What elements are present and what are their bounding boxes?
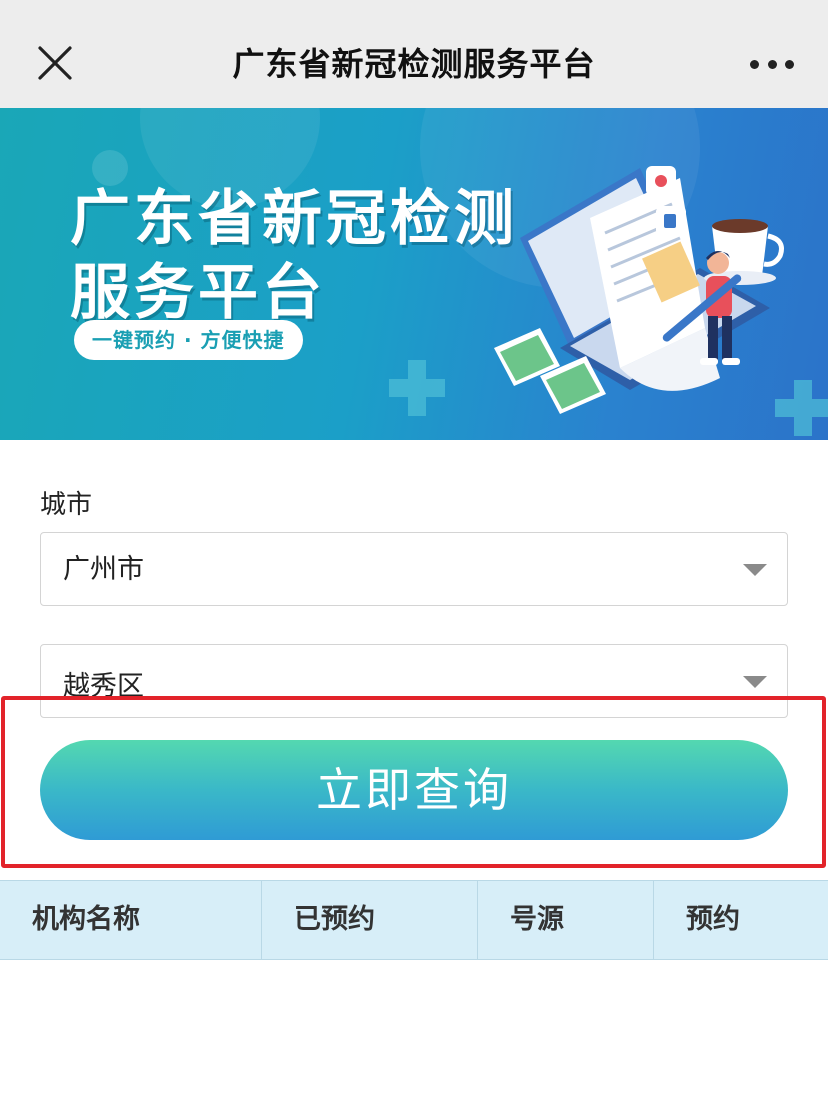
- city-label: 城市: [40, 490, 93, 520]
- chevron-down-icon: [743, 676, 767, 688]
- top-navigation-bar: 广东省新冠检测服务平台: [0, 0, 828, 108]
- banner: 广东省新冠检测 服务平台 一键预约 · 方便快捷: [0, 108, 828, 440]
- column-header-institution: 机构名称: [0, 881, 262, 959]
- banner-title-line-2: 服务平台: [70, 258, 326, 328]
- chevron-down-icon: [743, 564, 767, 576]
- banner-title-line-1: 广东省新冠检测: [70, 184, 518, 254]
- highlight-annotation-box: [1, 696, 826, 868]
- city-select-value: 广州市: [63, 554, 144, 585]
- more-dots-icon[interactable]: [750, 52, 794, 76]
- column-header-booked: 已预约: [262, 881, 478, 959]
- city-select[interactable]: 广州市: [40, 532, 788, 606]
- column-header-slots: 号源: [478, 881, 654, 959]
- banner-tagline: 一键预约 · 方便快捷: [74, 320, 303, 360]
- results-table-header: 机构名称 已预约 号源 预约: [0, 880, 828, 960]
- banner-title: 广东省新冠检测 服务平台: [70, 182, 518, 330]
- column-header-book: 预约: [686, 904, 740, 935]
